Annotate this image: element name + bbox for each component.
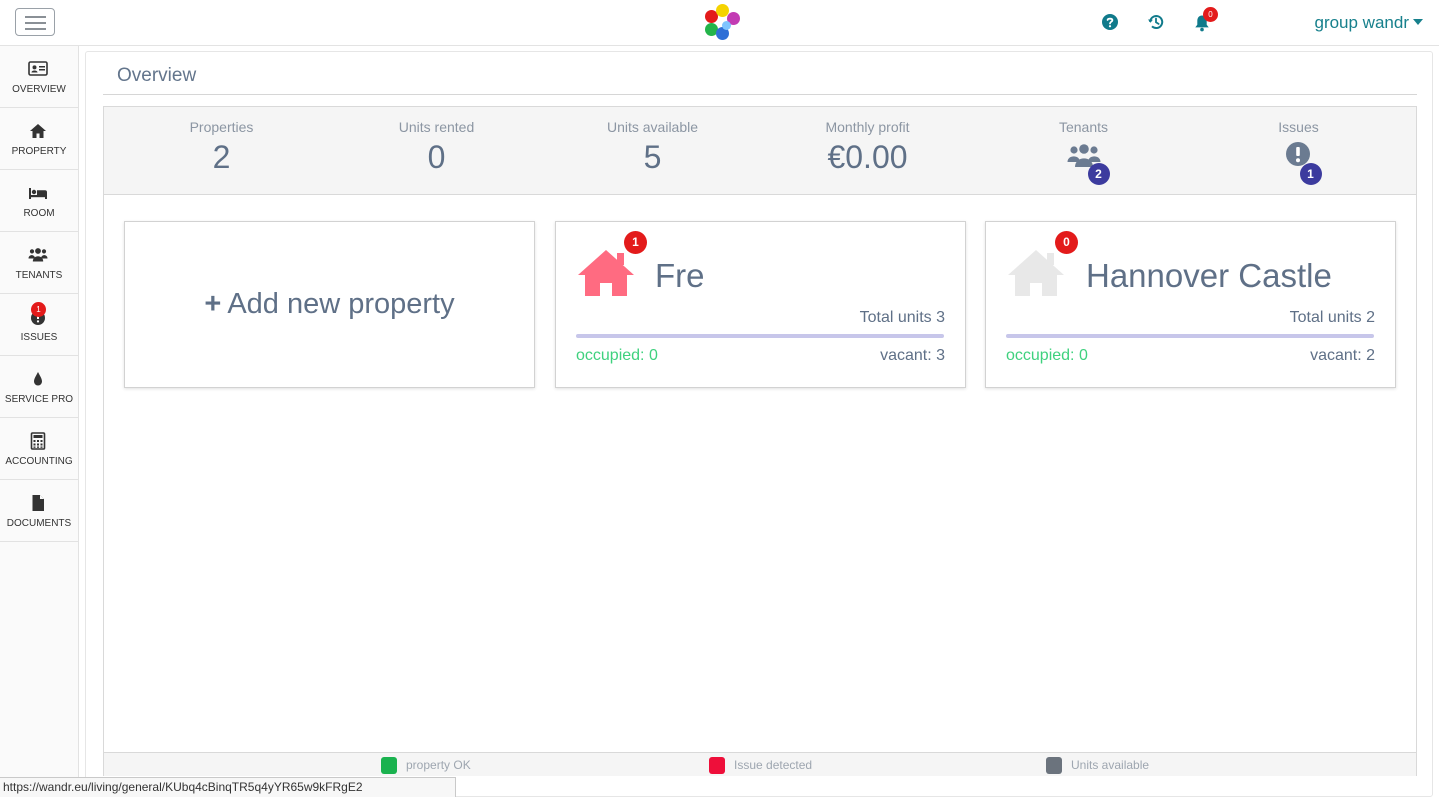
stat-label: Properties — [189, 119, 254, 135]
stat-value: €0.00 — [827, 139, 908, 175]
add-property-card[interactable]: + Add new property — [124, 221, 535, 388]
hamburger-icon — [25, 16, 46, 18]
sidebar-item-label: TENANTS — [15, 270, 63, 281]
stat-label: Monthly profit — [825, 119, 910, 135]
user-menu-dropdown[interactable]: group wandr — [1314, 13, 1423, 33]
home-icon — [30, 124, 46, 138]
stat-issues[interactable]: Issues 1 — [1191, 119, 1406, 185]
status-legend: property OK Issue detected Units availab… — [104, 752, 1416, 776]
issues-count-badge: 1 — [31, 302, 46, 317]
stats-bar: Properties 2 Units rented 0 Units availa… — [104, 107, 1416, 195]
stat-label: Units available — [606, 119, 699, 135]
history-icon[interactable] — [1147, 13, 1165, 31]
property-issues-badge: 1 — [624, 231, 647, 254]
red-swatch — [709, 757, 725, 774]
stat-properties: Properties 2 — [114, 119, 329, 176]
sidebar-item-property[interactable]: PROPERTY — [0, 108, 78, 170]
sidebar-item-label: ACCOUNTING — [5, 456, 73, 467]
add-property-label: Add new property — [227, 288, 455, 320]
sidebar-item-label: SERVICE PRO — [4, 394, 74, 405]
sidebar-item-overview[interactable]: OVERVIEW — [0, 46, 78, 108]
house-icon — [578, 250, 634, 296]
sidebar-item-label: OVERVIEW — [12, 84, 66, 95]
notification-count-badge: 0 — [1203, 7, 1218, 22]
overview-panel: Properties 2 Units rented 0 Units availa… — [103, 106, 1417, 776]
sidebar-item-accounting[interactable]: ACCOUNTING — [0, 418, 78, 480]
tint-icon — [34, 372, 42, 386]
sidebar-item-label: ROOM — [23, 208, 55, 219]
link-preview-url: https://wandr.eu/living/general/KUbq4cBi… — [0, 777, 456, 797]
stat-units-rented: Units rented 0 — [329, 119, 544, 176]
sidebar-item-label: PROPERTY — [11, 146, 67, 157]
property-occupied: occupied: 0 — [576, 347, 658, 364]
file-icon — [32, 495, 44, 511]
issues-count-badge: 1 — [1299, 163, 1322, 185]
user-name: group wandr — [1314, 13, 1409, 32]
property-name: Hannover Castle — [1086, 257, 1332, 294]
legend-issue-detected: Issue detected — [709, 757, 812, 774]
occupancy-bar — [1006, 334, 1374, 338]
main-content: Overview Properties 2 Units rented 0 Uni… — [85, 51, 1433, 797]
green-swatch — [381, 757, 397, 774]
title-divider — [103, 94, 1417, 95]
property-issues-badge: 0 — [1055, 231, 1078, 254]
id-card-icon — [28, 61, 48, 76]
stat-units-available: Units available 5 — [545, 119, 760, 176]
property-card-fre[interactable]: 1 Fre Total units 3 occupied: 0 vacant: … — [555, 221, 966, 388]
stat-label: Units rented — [398, 119, 475, 135]
tenants-count-badge: 2 — [1087, 163, 1110, 185]
stat-label: Tenants — [1058, 119, 1109, 135]
sidebar-item-issues[interactable]: 1 ISSUES — [0, 294, 78, 356]
sidebar-item-documents[interactable]: DOCUMENTS — [0, 480, 78, 542]
sidebar-item-service-pro[interactable]: SERVICE PRO — [0, 356, 78, 418]
caret-down-icon — [1413, 19, 1423, 25]
page-title: Overview — [117, 65, 197, 86]
property-total-units: Total units 3 — [859, 309, 945, 326]
sidebar-item-label: ISSUES — [20, 332, 58, 343]
plus-icon: + — [204, 288, 222, 320]
stat-monthly-profit: Monthly profit €0.00 — [760, 119, 975, 176]
hamburger-menu-button[interactable] — [15, 8, 55, 36]
property-vacant: vacant: 2 — [1310, 347, 1375, 364]
stat-value: 0 — [427, 139, 446, 175]
sidebar-item-label: DOCUMENTS — [6, 518, 72, 529]
stat-label: Issues — [1278, 119, 1319, 135]
occupancy-bar — [576, 334, 944, 338]
stat-tenants[interactable]: Tenants 2 — [976, 119, 1191, 185]
sidebar-item-tenants[interactable]: TENANTS — [0, 232, 78, 294]
top-navbar: 0 group wandr — [0, 0, 1439, 46]
stat-value: 5 — [643, 139, 662, 175]
property-name: Fre — [655, 257, 705, 294]
property-occupied: occupied: 0 — [1006, 347, 1088, 364]
property-card-hannover-castle[interactable]: 0 Hannover Castle Total units 2 occupied… — [985, 221, 1396, 388]
sidebar: OVERVIEW PROPERTY ROOM TENANTS 1 ISSUES — [0, 46, 79, 797]
app-logo[interactable] — [702, 4, 742, 42]
property-vacant: vacant: 3 — [880, 347, 945, 364]
property-total-units: Total units 2 — [1289, 309, 1375, 326]
users-icon — [28, 248, 48, 262]
bed-icon — [29, 188, 47, 199]
house-icon — [1008, 250, 1064, 296]
help-icon[interactable] — [1101, 13, 1119, 31]
legend-units-available: Units available — [1046, 757, 1149, 774]
gray-swatch — [1046, 757, 1062, 774]
legend-property-ok: property OK — [381, 757, 471, 774]
sidebar-item-room[interactable]: ROOM — [0, 170, 78, 232]
calculator-icon — [30, 432, 46, 450]
stat-value: 2 — [212, 139, 231, 175]
